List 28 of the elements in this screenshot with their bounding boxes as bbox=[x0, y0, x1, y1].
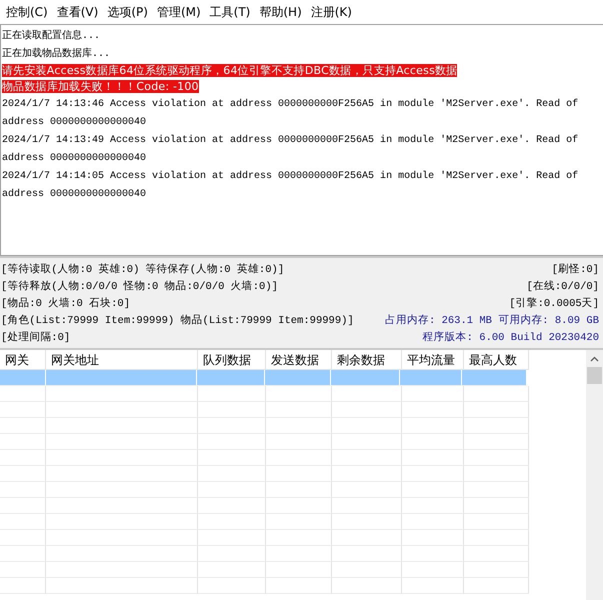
status-text: [引擎:0.0005天] bbox=[509, 296, 599, 310]
scrollbar-thumb[interactable] bbox=[587, 367, 602, 384]
menu-item[interactable]: 工具(T) bbox=[208, 4, 258, 20]
status-text: [处理间隔:0] bbox=[1, 330, 70, 344]
status-text: [角色(List:79999 Item:99999) 物品(List:79999 Item:99999)] bbox=[1, 314, 354, 328]
status-text: 占用内存: 263.1 MB 可用内存: 8.09 GB bbox=[384, 313, 599, 328]
log-message: 2024/1/7 14:13:49 Access violation at address 0000000000F256A5 in module 'M2Server.exe'. Read of address 0000000000000040 bbox=[2, 135, 578, 164]
log-message: 正在加载物品数据库... bbox=[2, 49, 110, 60]
status-text: [等待释放(人物:0/0/0 怪物:0 物品:0/0/0 火墙:0)] bbox=[1, 279, 278, 293]
log-message: 2024/1/7 14:13:46 Access violation at address 0000000000F256A5 in module 'M2Server.exe'. Read of address 0000000000000040 bbox=[2, 99, 578, 128]
status-text: [刷怪:0] bbox=[552, 262, 599, 276]
table-row[interactable] bbox=[0, 370, 527, 386]
error-message: 请先安装Access数据库64位系统驱动程序，64位引擎不支持DBC数据，只支持Access数据 bbox=[2, 64, 458, 77]
status-text: 程序版本: 6.00 Build 20230420 bbox=[422, 330, 599, 344]
error-message: 物品数据库加载失败！！！Code: -100 bbox=[2, 80, 199, 93]
menu-item[interactable]: 控制(C) bbox=[4, 4, 55, 20]
menu-item[interactable]: 选项(P) bbox=[105, 4, 155, 20]
scrollbar[interactable] bbox=[586, 350, 603, 600]
log-message: 2024/1/7 14:14:05 Access violation at address 0000000000F256A5 in module 'M2Server.exe'. Read of address 0000000000000040 bbox=[2, 171, 578, 200]
scroll-up-icon[interactable] bbox=[590, 356, 599, 362]
status-text: [在线:0/0/0] bbox=[526, 279, 599, 293]
status-text: [物品:0 火墙:0 石块:0] bbox=[1, 296, 130, 310]
status-text: [等待读取(人物:0 英雄:0) 等待保存(人物:0 英雄:0)] bbox=[1, 262, 284, 276]
menu-item[interactable]: 注册(K) bbox=[308, 4, 359, 20]
menu-item[interactable]: 帮助(H) bbox=[257, 4, 309, 20]
menu-item[interactable]: 查看(V) bbox=[54, 4, 106, 20]
menu-item[interactable]: 管理(M) bbox=[154, 4, 208, 20]
log-message: 正在读取配置信息... bbox=[2, 31, 100, 42]
